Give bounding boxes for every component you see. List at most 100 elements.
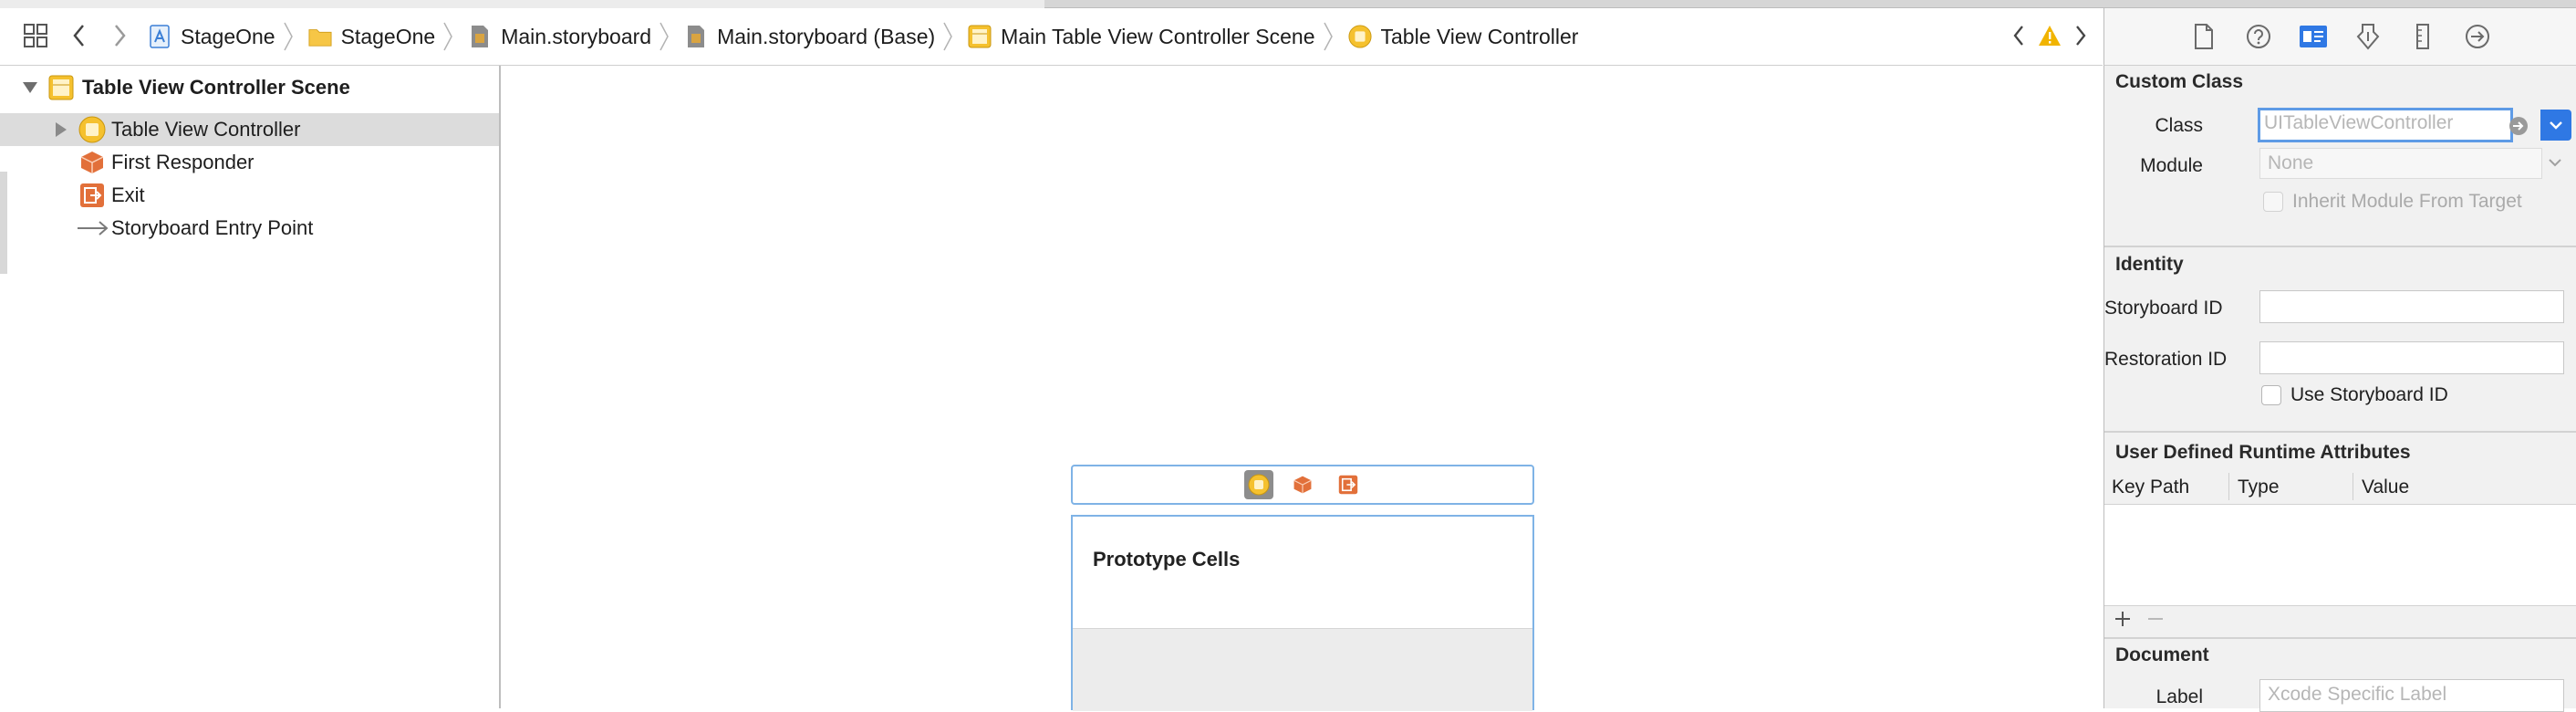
storyboard-id-label: Storyboard ID	[2104, 298, 2223, 319]
project-icon	[148, 25, 171, 48]
inherit-module-checkbox[interactable]	[2263, 192, 2283, 212]
back-chevron-icon[interactable]	[66, 22, 93, 49]
restoration-id-field[interactable]	[2259, 341, 2564, 374]
forward-chevron-icon[interactable]	[106, 22, 133, 49]
runtime-attributes-section-title: User Defined Runtime Attributes	[2115, 442, 2411, 463]
runtime-attributes-table[interactable]	[2104, 505, 2576, 606]
class-field-placeholder: UITableViewController	[2264, 112, 2454, 133]
file-inspector-icon[interactable]	[2188, 21, 2219, 52]
outline-item-exit[interactable]: Exit	[0, 179, 499, 212]
document-label-label: Label	[2155, 686, 2203, 707]
class-field[interactable]: UITableViewController	[2258, 108, 2513, 142]
first-responder-icon[interactable]	[1290, 472, 1315, 497]
class-combo-button[interactable]	[2540, 110, 2571, 141]
document-section-title: Document	[2115, 644, 2209, 665]
breadcrumb-scene[interactable]: Main Table View Controller Scene	[968, 24, 1315, 49]
chevron-down-icon	[2549, 114, 2563, 136]
warning-icon[interactable]	[2034, 25, 2065, 47]
breadcrumb: StageOne StageOne Main.storyboard Main.s…	[148, 8, 1578, 65]
column-header-type[interactable]: Type	[2238, 476, 2280, 498]
breadcrumb-group[interactable]: StageOne	[308, 24, 436, 49]
column-header-key-path[interactable]: Key Path	[2112, 476, 2189, 498]
breadcrumb-storyboard-base[interactable]: Main.storyboard (Base)	[684, 25, 935, 49]
custom-class-section-title: Custom Class	[2115, 71, 2244, 92]
breadcrumb-label: Table View Controller	[1380, 24, 1579, 48]
exit-icon	[78, 182, 106, 209]
exit-icon[interactable]	[1335, 472, 1361, 497]
outline-item-label: Exit	[111, 183, 145, 206]
related-items-grid-icon[interactable]	[22, 22, 49, 49]
section-divider	[2104, 246, 2576, 247]
breadcrumb-label: Main.storyboard (Base)	[717, 24, 936, 48]
restoration-id-label: Restoration ID	[2104, 349, 2228, 370]
connections-inspector-icon[interactable]	[2462, 21, 2493, 52]
view-controller-icon	[1347, 25, 1372, 48]
view-controller-icon[interactable]	[1244, 470, 1273, 499]
identity-inspector-icon[interactable]	[2298, 21, 2329, 52]
prototype-cells-header: Prototype Cells	[1093, 548, 1241, 571]
chevron-right-icon	[283, 20, 297, 53]
identity-section-title: Identity	[2115, 254, 2184, 275]
outline-item-label: Table View Controller	[111, 118, 301, 141]
size-inspector-icon[interactable]	[2407, 21, 2438, 52]
column-header-value[interactable]: Value	[2362, 476, 2409, 498]
window-top-tab	[1044, 0, 2576, 8]
window-top-edge	[0, 0, 2576, 8]
outline-item-label: Table View Controller Scene	[82, 76, 350, 99]
inspector-selector-bar	[2103, 8, 2576, 66]
outline-item-first-responder[interactable]: First Responder	[0, 146, 499, 179]
chevron-right-icon	[942, 20, 957, 53]
view-controller-icon	[78, 116, 106, 143]
chevron-right-icon	[1323, 20, 1337, 53]
folder-icon	[308, 25, 332, 48]
chevron-right-icon	[442, 20, 457, 53]
outline-item-label: Storyboard Entry Point	[111, 216, 314, 239]
breadcrumb-label: Main Table View Controller Scene	[1001, 24, 1315, 48]
use-storyboard-id-checkbox[interactable]	[2261, 385, 2281, 405]
add-attribute-plus-icon[interactable]	[2112, 608, 2134, 630]
identity-inspector: Custom Class Class UITableViewController…	[2103, 66, 2576, 712]
chevron-down-icon[interactable]	[2546, 153, 2564, 172]
entry-arrow-icon	[77, 215, 109, 242]
section-divider	[2104, 431, 2576, 433]
disclosure-triangle-expanded-icon[interactable]	[22, 79, 38, 96]
next-issue-chevron-icon[interactable]	[2069, 24, 2093, 47]
module-label: Module	[2140, 155, 2203, 176]
section-divider	[2104, 637, 2576, 639]
chevron-right-icon	[659, 20, 673, 53]
scene-icon	[47, 74, 75, 101]
column-separator	[2228, 473, 2229, 500]
first-responder-icon	[78, 149, 106, 176]
document-label-placeholder: Xcode Specific Label	[2268, 684, 2447, 705]
breadcrumb-storyboard[interactable]: Main.storyboard	[468, 25, 651, 49]
breadcrumb-label: StageOne	[181, 24, 275, 48]
storyboard-icon	[684, 25, 708, 48]
previous-issue-chevron-icon[interactable]	[2007, 24, 2031, 47]
jump-bar: StageOne StageOne Main.storyboard Main.s…	[0, 8, 2103, 66]
disclosure-triangle-collapsed-icon[interactable]	[53, 121, 69, 138]
breadcrumb-label: Main.storyboard	[501, 24, 652, 48]
table-view-scene[interactable]: Prototype Cells	[1071, 515, 1534, 711]
breadcrumb-project[interactable]: StageOne	[148, 25, 275, 49]
module-field-placeholder: None	[2268, 152, 2314, 173]
breadcrumb-view-controller[interactable]: Table View Controller	[1347, 24, 1579, 49]
attributes-inspector-icon[interactable]	[2353, 21, 2384, 52]
quick-help-icon[interactable]	[2243, 21, 2274, 52]
storyboard-id-field[interactable]	[2259, 290, 2564, 323]
inherit-module-label: Inherit Module From Target	[2292, 191, 2522, 212]
module-field[interactable]: None	[2259, 148, 2542, 179]
runtime-attributes-table-header: Key Path Type Value	[2104, 469, 2576, 505]
scene-dock	[1071, 465, 1534, 505]
remove-attribute-minus-icon[interactable]	[2145, 608, 2166, 630]
document-label-field[interactable]: Xcode Specific Label	[2259, 679, 2564, 712]
outline-item-entry-point[interactable]: Storyboard Entry Point	[0, 212, 499, 245]
scene-icon	[968, 25, 992, 48]
outline-item-view-controller[interactable]: Table View Controller	[0, 113, 499, 146]
breadcrumb-label: StageOne	[340, 24, 436, 48]
use-storyboard-id-label: Use Storyboard ID	[2290, 384, 2448, 405]
outline-item-label: First Responder	[111, 151, 254, 173]
table-view-body[interactable]	[1073, 628, 1532, 711]
go-to-class-arrow-icon[interactable]	[2508, 115, 2529, 137]
outline-item-scene[interactable]: Table View Controller Scene	[0, 71, 499, 104]
class-label: Class	[2155, 115, 2203, 136]
